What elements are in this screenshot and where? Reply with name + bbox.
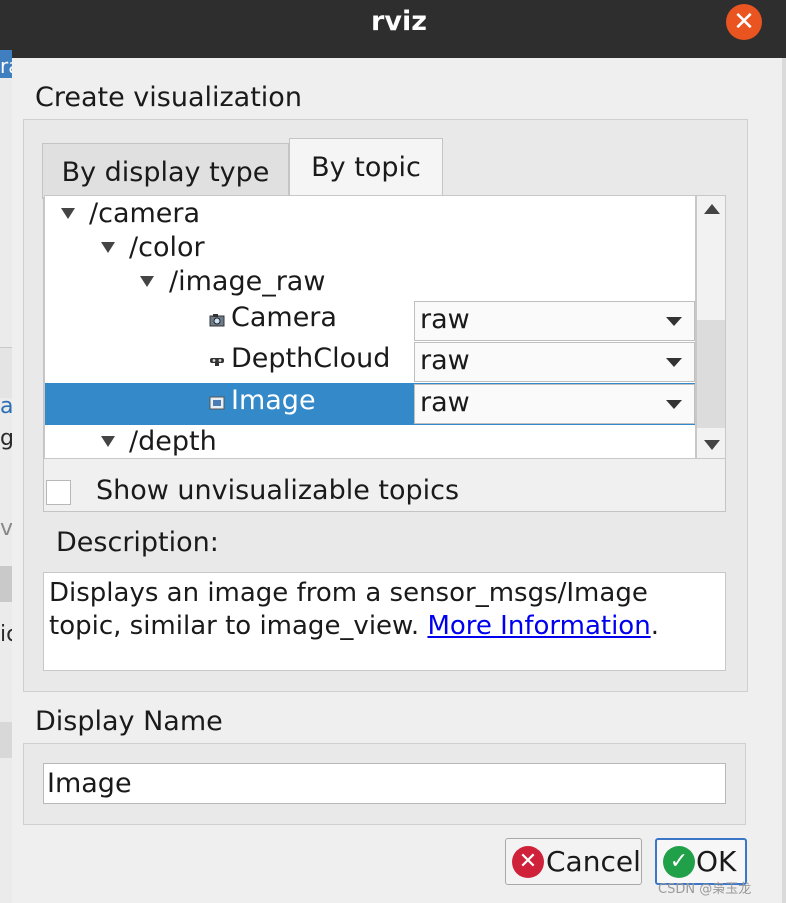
scroll-up-icon[interactable] — [704, 204, 720, 214]
description-label: Description: — [56, 527, 219, 558]
tab-by-topic[interactable]: By topic — [289, 138, 443, 198]
topic-type-value: raw — [420, 304, 470, 335]
display-name-label: Display Name — [35, 706, 223, 737]
title-bar[interactable]: rviz ✕ — [12, 0, 786, 58]
expand-arrow-icon[interactable] — [101, 242, 115, 253]
tree-item-label: /image_raw — [169, 266, 326, 297]
description-text-box: Displays an image from a sensor_msgs/Ima… — [43, 572, 726, 671]
tree-item-label: Camera — [231, 302, 337, 333]
close-icon: ✕ — [733, 7, 755, 37]
image-icon — [209, 396, 225, 410]
expand-arrow-icon[interactable] — [140, 276, 154, 287]
show-unvisualizable-checkbox[interactable] — [46, 480, 71, 505]
tree-item-label: /camera — [89, 198, 201, 229]
camera-icon — [209, 314, 225, 327]
background-divider-2 — [0, 722, 12, 758]
expand-arrow-icon[interactable] — [101, 436, 115, 447]
description-trailing: . — [650, 611, 659, 641]
tab-by-display-type[interactable]: By display type — [42, 143, 289, 199]
watermark: CSDN @枭玉龙 — [658, 882, 752, 897]
scroll-down-icon[interactable] — [704, 440, 720, 450]
background-panel — [0, 347, 12, 398]
create-visualization-heading: Create visualization — [35, 82, 302, 113]
cancel-icon: ✕ — [512, 846, 544, 878]
checkmark-icon: ✓ — [663, 846, 695, 878]
chevron-down-icon — [666, 358, 682, 367]
depth-cloud-icon — [210, 358, 224, 366]
tree-row-display-depthcloud[interactable]: DepthCloud raw — [45, 341, 695, 383]
chevron-down-icon — [666, 400, 682, 409]
dialog-edge — [782, 58, 786, 903]
topic-type-select[interactable]: raw — [414, 342, 695, 382]
tree-row-display-camera[interactable]: Camera raw — [45, 300, 695, 342]
topic-type-select[interactable]: raw — [414, 301, 695, 341]
tree-row-display-image[interactable]: Image raw — [45, 383, 695, 425]
chevron-down-icon — [666, 317, 682, 326]
display-name-input[interactable] — [43, 763, 726, 804]
background-divider — [0, 566, 12, 602]
topic-tree[interactable]: /camera /color /image_raw Camera raw Dep… — [44, 195, 696, 459]
topic-type-value: raw — [420, 387, 470, 418]
window-title: rviz — [371, 6, 427, 37]
scrollbar-thumb[interactable] — [697, 320, 725, 428]
cancel-button[interactable]: ✕ Cancel — [505, 838, 642, 885]
tree-item-label: Image — [231, 385, 316, 416]
more-information-link[interactable]: More Information — [427, 611, 650, 641]
tree-scrollbar[interactable] — [696, 195, 726, 459]
topic-type-select[interactable]: raw — [414, 384, 695, 424]
cancel-button-label: Cancel — [546, 845, 641, 878]
tree-row-depth[interactable]: /depth — [45, 424, 695, 458]
expand-arrow-icon[interactable] — [61, 208, 75, 219]
ok-button-label: OK — [696, 845, 737, 878]
show-unvisualizable-label[interactable]: Show unvisualizable topics — [96, 475, 459, 506]
topic-type-value: raw — [420, 345, 470, 376]
tree-item-label: /depth — [129, 426, 217, 457]
tree-item-label: /color — [129, 232, 205, 263]
background-window: ra a g v ic — [0, 0, 20, 903]
tree-item-label: DepthCloud — [231, 343, 391, 374]
close-button[interactable]: ✕ — [726, 4, 762, 40]
